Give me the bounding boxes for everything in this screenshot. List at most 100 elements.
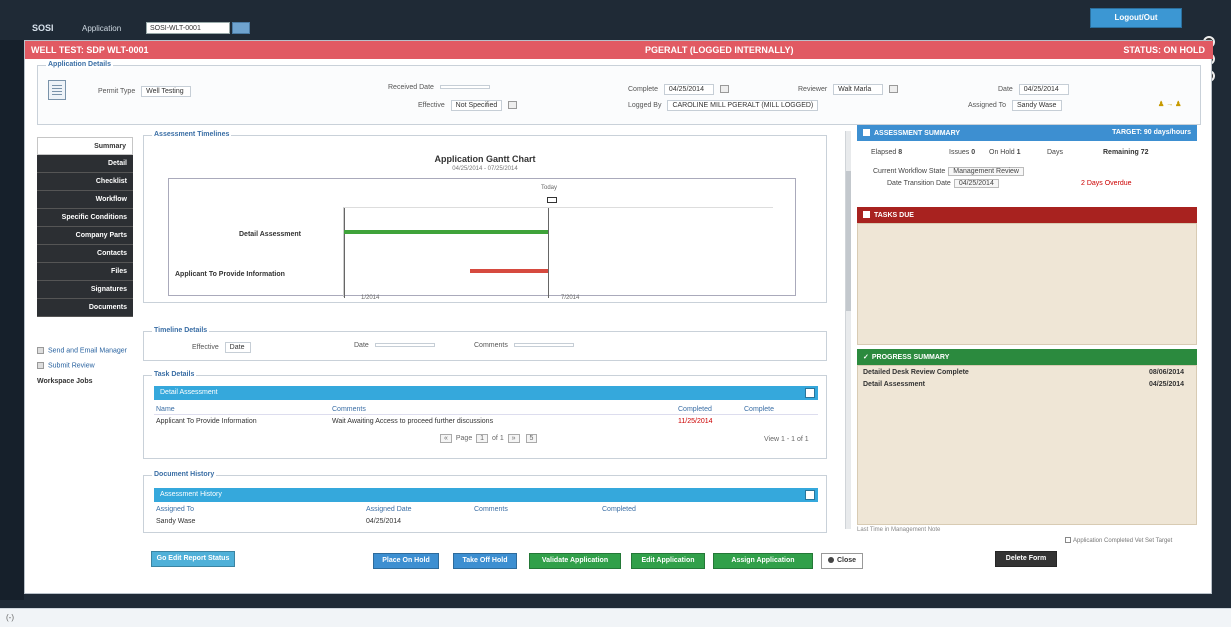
nav-item-signatures[interactable]: Signatures [37, 281, 133, 299]
pager-next-icon[interactable]: » [507, 434, 520, 443]
validate-application-button[interactable]: Validate Application [529, 553, 621, 569]
document-history-panel: Document History Assessment History Assi… [143, 471, 827, 533]
divider [154, 414, 818, 415]
column-header[interactable]: Complete [744, 406, 774, 413]
stat-days: Days [1047, 149, 1063, 156]
status-header: WELL TEST: SDP WLT-0001 PGERALT (LOGGED … [25, 41, 1213, 59]
task-pager: « Page 1 of 1 » 5 [438, 434, 539, 443]
column-header[interactable]: Comments [332, 406, 366, 413]
gantt-bar-detail-assessment [344, 230, 548, 234]
effective-field: Effective Not Specified [418, 100, 518, 111]
tasks-due-body [857, 223, 1197, 345]
logged-by-field: Logged By CAROLINE MILL PGERALT (MILL LO… [628, 100, 819, 111]
nav-item-contacts[interactable]: Contacts [37, 245, 133, 263]
collapse-icon[interactable] [805, 490, 815, 500]
task-grid-header: Detail Assessment [154, 386, 818, 400]
today-marker-icon [547, 197, 557, 203]
timeline-details-panel: Timeline Details Effective Date Date Com… [143, 327, 827, 361]
app-search-label: Application [82, 24, 122, 33]
app-toolbar: SOSI Application Logout/Out [24, 8, 1220, 40]
nav-item-workflow[interactable]: Workflow [37, 191, 133, 209]
tasks-due-header: TASKS DUE [857, 207, 1197, 223]
edit-report-status-button[interactable]: Go Edit Report Status [151, 551, 235, 567]
tasks-icon [863, 211, 870, 218]
status-label: STATUS: ON HOLD [1123, 45, 1205, 55]
place-on-hold-button[interactable]: Place On Hold [373, 553, 439, 569]
assign-application-button[interactable]: Assign Application [713, 553, 813, 569]
sidebar-link[interactable]: Send and Email Manager [37, 347, 133, 354]
column-header[interactable]: Assigned Date [366, 506, 412, 513]
app-search-button[interactable] [232, 22, 250, 34]
table-cell: 04/25/2014 [366, 518, 402, 525]
column-header[interactable]: Comments [474, 506, 508, 513]
user-button[interactable]: Logout/Out [1090, 8, 1182, 28]
nav-item-specific-conditions[interactable]: Specific Conditions [37, 209, 133, 227]
task-details-legend: Task Details [152, 371, 197, 378]
timeline-details-legend: Timeline Details [152, 327, 210, 334]
per-page-select[interactable]: 5 [525, 434, 538, 443]
stat-remaining: Remaining 72 [1103, 149, 1149, 156]
pager-page-input[interactable]: 1 [476, 434, 489, 443]
stat-issues: Issues 0 [949, 149, 976, 156]
column-header[interactable]: Completed [678, 406, 712, 413]
calendar-icon[interactable] [508, 101, 518, 110]
application-title: WELL TEST: SDP WLT-0001 [31, 45, 149, 55]
gantt-today-line [548, 208, 549, 298]
main-scrollbar[interactable] [845, 131, 851, 529]
progress-date: 08/06/2014 [1149, 369, 1185, 376]
overdue-label: 2 Days Overdue [1081, 180, 1132, 187]
assessment-timelines-legend: Assessment Timelines [152, 131, 232, 138]
sidebar-link[interactable]: Submit Review [37, 362, 133, 370]
transition-date: Date Transition Date 04/25/2014 [887, 179, 999, 188]
gantt-axis-line [344, 208, 345, 298]
link-icon [37, 347, 44, 354]
collapse-icon[interactable] [805, 388, 815, 398]
delete-form-button[interactable]: Delete Form [995, 551, 1057, 567]
gantt-chart: Today Detail Assessment Applicant To Pro… [168, 178, 796, 301]
assign-user-icon[interactable]: ♟ → ♟ [1158, 100, 1181, 108]
column-header[interactable]: Assigned To [156, 506, 194, 513]
task-details-panel: Task Details Detail Assessment Name Comm… [143, 371, 827, 459]
lookup-icon[interactable] [889, 85, 899, 94]
progress-summary-header: ✓ PROGRESS SUMMARY [857, 349, 1197, 365]
pager-first-icon[interactable]: « [440, 434, 452, 443]
take-off-hold-button[interactable]: Take Off Hold [453, 553, 517, 569]
summary-column: ASSESSMENT SUMMARY TARGET: 90 days/hours… [857, 125, 1197, 531]
pager-view-count: View 1 - 1 of 1 [764, 436, 809, 443]
timeline-comments-field: Comments [474, 342, 574, 349]
progress-item: Detailed Desk Review Complete [863, 369, 969, 376]
nav-item-files[interactable]: Files [37, 263, 133, 281]
application-window: WELL TEST: SDP WLT-0001 PGERALT (LOGGED … [24, 40, 1213, 594]
scrollbar-thumb[interactable] [846, 171, 851, 311]
completed-target-checkbox[interactable]: Application Completed Vet Set Target [1065, 537, 1172, 544]
column-header[interactable]: Completed [602, 506, 636, 513]
close-button[interactable]: Close [821, 553, 863, 569]
application-details: Application Details Permit Type Well Tes… [37, 61, 1201, 125]
sidebar-link[interactable]: Workspace Jobs [37, 378, 133, 385]
edit-application-button[interactable]: Edit Application [631, 553, 705, 569]
gantt-row-label: Applicant To Provide Information [175, 271, 285, 278]
stat-on-hold: On Hold 1 [989, 149, 1021, 156]
check-icon: ✓ [863, 354, 869, 361]
column-header[interactable]: Name [156, 406, 175, 413]
assessment-timelines-panel: Assessment Timelines Application Gantt C… [143, 131, 827, 303]
calendar-icon[interactable] [719, 85, 729, 94]
nav-item-summary[interactable]: Summary [37, 137, 133, 155]
document-history-legend: Document History [152, 471, 217, 478]
sidebar-nav: Summary Detail Checklist Workflow Specif… [37, 137, 133, 337]
timeline-date-field: Date [354, 342, 435, 349]
progress-date: 04/25/2014 [1149, 381, 1185, 388]
gantt-bar-applicant-info [470, 269, 548, 273]
management-note-field[interactable]: Last Time in Management Note [857, 527, 1197, 535]
nav-item-detail[interactable]: Detail [37, 155, 133, 173]
nav-item-company-parts[interactable]: Company Parts [37, 227, 133, 245]
app-search-input[interactable] [146, 22, 230, 34]
nav-item-documents[interactable]: Documents [37, 299, 133, 317]
application-details-legend: Application Details [46, 61, 114, 68]
logged-user: PGERALT (LOGGED INTERNALLY) [645, 45, 794, 55]
checkbox-icon[interactable] [1065, 537, 1071, 543]
reviewer-field: Reviewer Walt Marla [798, 84, 899, 95]
left-dock [0, 40, 24, 600]
gantt-title: Application Gantt Chart [434, 154, 536, 164]
nav-item-checklist[interactable]: Checklist [37, 173, 133, 191]
